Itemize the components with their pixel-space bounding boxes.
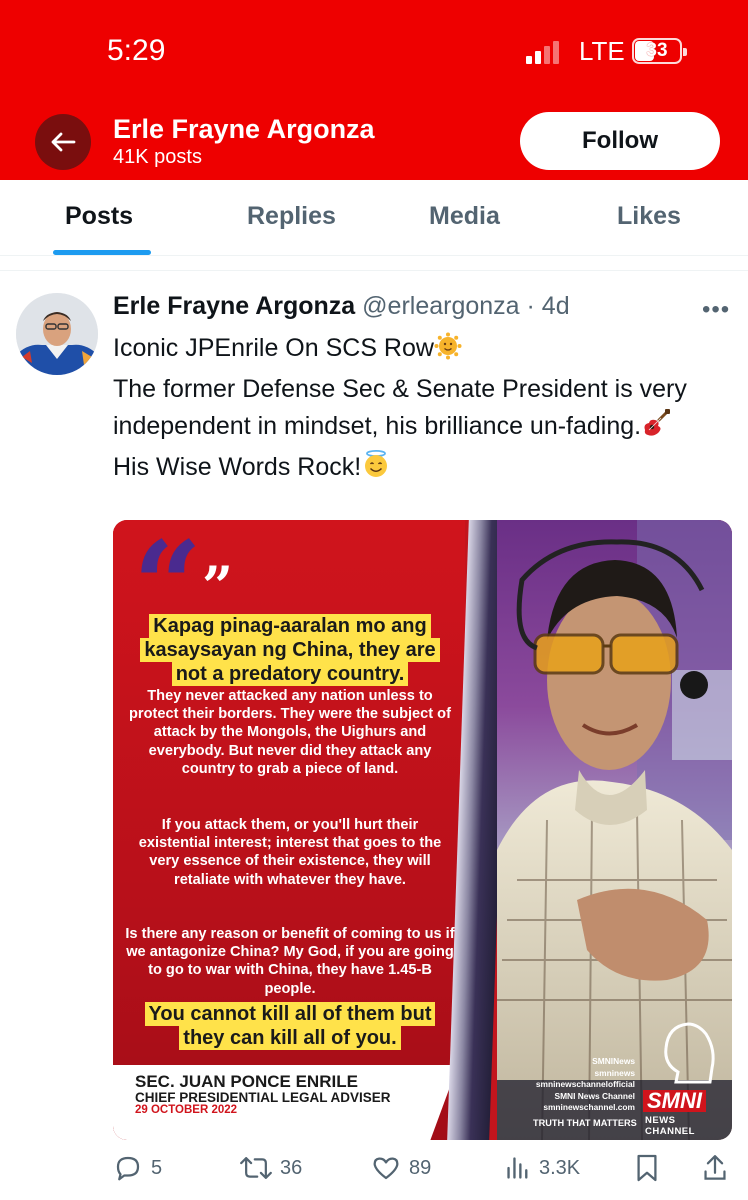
quote-closing: You cannot kill all of them but they can… <box>125 1002 455 1050</box>
back-button[interactable] <box>35 114 91 170</box>
reply-button[interactable]: 5 <box>113 1150 162 1186</box>
heart-icon <box>373 1157 399 1180</box>
quote-paragraph-2: If you attack them, or you'll hurt their… <box>138 817 442 888</box>
arrow-left-icon <box>51 132 76 152</box>
post-line: His Wise Words Rock! <box>113 453 362 481</box>
smni-logo-icon <box>664 1022 715 1084</box>
author-name[interactable]: Erle Frayne Argonza <box>113 292 355 320</box>
author-handle[interactable]: @erleargonza <box>362 292 519 320</box>
post-header: Erle Frayne Argonza @erleargonza · 4d <box>113 292 570 321</box>
repost-icon <box>240 1157 272 1179</box>
tab-media[interactable]: Media <box>429 202 500 231</box>
post-actions: 5 36 89 3.3K <box>0 1150 748 1190</box>
smni-tagline: TRUTH THAT MATTERS <box>533 1118 637 1128</box>
reply-count: 5 <box>151 1156 163 1179</box>
bookmark-icon <box>637 1154 657 1182</box>
post-text: Iconic JPEnrile On SCS Row The former De… <box>113 330 713 490</box>
post-image[interactable]: “” Kapag pinag-aaralan mo ang kasaysayan… <box>113 520 732 1140</box>
smiling-face-with-halo-emoji <box>361 449 391 490</box>
signal-icon <box>526 40 566 64</box>
repost-button[interactable]: 36 <box>240 1150 302 1186</box>
tab-likes[interactable]: Likes <box>617 202 681 231</box>
quote-panel: “” Kapag pinag-aaralan mo ang kasaysayan… <box>113 520 465 1140</box>
reply-icon <box>116 1156 140 1181</box>
post-line: The former Defense Sec & Senate Presiden… <box>113 375 687 440</box>
quote-paragraph-1: They never attacked any nation unless to… <box>129 688 451 777</box>
view-count: 3.3K <box>539 1156 581 1179</box>
more-options-icon[interactable]: ••• <box>702 296 730 324</box>
sun-with-face-emoji <box>434 332 462 371</box>
divider <box>0 270 748 271</box>
share-icon <box>704 1155 726 1180</box>
status-time: 5:29 <box>107 34 166 67</box>
quote-date: 29 OCTOBER 2022 <box>135 1104 238 1116</box>
profile-header: 5:29 LTE 33 Erle Frayne Argonza 41K post… <box>0 0 748 180</box>
speaker-title: CHIEF PRESIDENTIAL LEGAL ADVISER <box>135 1090 391 1105</box>
follow-button[interactable]: Follow <box>520 112 720 170</box>
avatar[interactable] <box>16 293 98 375</box>
profile-name: Erle Frayne Argonza <box>113 114 375 144</box>
tab-replies[interactable]: Replies <box>247 202 336 231</box>
guitar-emoji <box>641 408 671 449</box>
like-count: 89 <box>409 1156 432 1179</box>
like-button[interactable]: 89 <box>371 1150 431 1186</box>
bookmark-button[interactable] <box>635 1150 659 1186</box>
post-count: 41K posts <box>113 146 202 168</box>
battery-icon: 33 <box>632 38 687 64</box>
speaker-name: SEC. JUAN PONCE ENRILE <box>135 1072 358 1091</box>
network-label: LTE <box>579 36 625 66</box>
repost-count: 36 <box>280 1156 303 1179</box>
post-time[interactable]: · 4d <box>527 292 570 320</box>
quote-paragraph-3: Is there any reason or benefit of coming… <box>125 926 455 997</box>
views-chart-icon <box>507 1157 528 1179</box>
tab-posts[interactable]: Posts <box>65 202 133 231</box>
views-button[interactable]: 3.3K <box>505 1150 580 1186</box>
profile-tabs: Posts Replies Media Likes <box>0 180 748 256</box>
quote-headline: Kapag pinag-aaralan mo ang kasaysayan ng… <box>125 614 455 686</box>
smni-social-handles: SMNINews smninews smninewschannelofficia… <box>535 1056 635 1113</box>
smni-brand-sub: NEWS CHANNEL <box>645 1115 695 1137</box>
battery-level: 33 <box>646 40 668 61</box>
smni-brand: SMNI <box>643 1090 706 1112</box>
active-tab-indicator <box>53 250 151 255</box>
post-line: Iconic JPEnrile On SCS Row <box>113 334 434 362</box>
share-button[interactable] <box>702 1150 728 1186</box>
